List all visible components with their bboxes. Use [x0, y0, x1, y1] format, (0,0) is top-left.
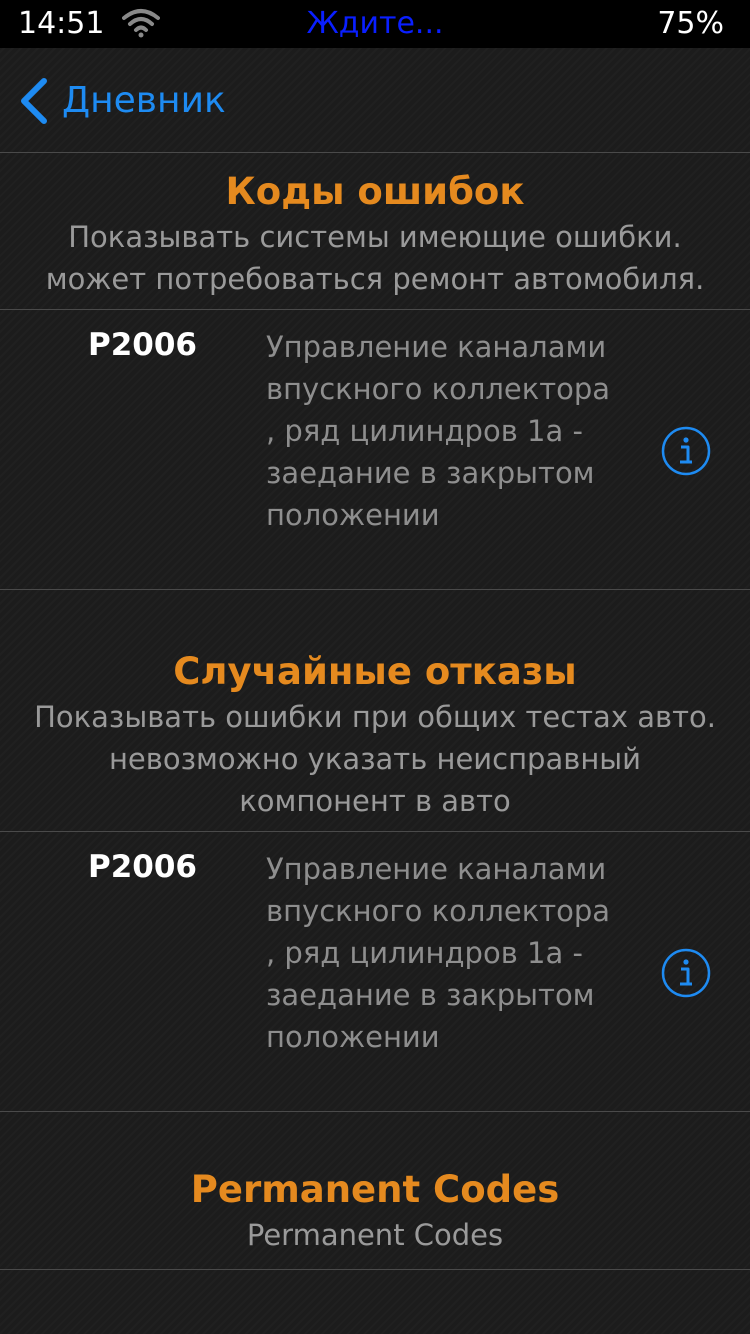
- table-row[interactable]: P2006 Управление каналами впускного колл…: [0, 832, 750, 1112]
- error-description: Управление каналами впускного коллектора…: [266, 330, 611, 532]
- status-bar: 14:51 Ждите... 75%: [0, 0, 750, 48]
- section-header-permanent-codes: Permanent Codes Permanent Codes: [0, 1162, 750, 1270]
- chevron-left-icon: [21, 78, 47, 124]
- back-button[interactable]: Дневник: [16, 76, 226, 126]
- section-description: Показывать системы имеющие ошибки. может…: [45, 220, 705, 296]
- error-code: P2006: [88, 327, 197, 363]
- section-title: Случайные отказы: [173, 650, 577, 693]
- section-title: Коды ошибок: [225, 170, 525, 213]
- error-code: P2006: [88, 849, 197, 885]
- error-description: Управление каналами впускного коллектора…: [266, 852, 611, 1054]
- section-description: Permanent Codes: [246, 1218, 504, 1252]
- battery-percentage: 75%: [657, 6, 724, 41]
- status-loading-text: Ждите...: [306, 6, 444, 41]
- section-header-error-codes: Коды ошибок Показывать системы имеющие о…: [0, 162, 750, 310]
- section-header-random-failures: Случайные отказы Показывать ошибки при о…: [0, 640, 750, 832]
- table-row[interactable]: P2006 Управление каналами впускного колл…: [0, 310, 750, 590]
- section-description: Показывать ошибки при общих тестах авто.…: [34, 700, 716, 818]
- section-title: Permanent Codes: [190, 1168, 560, 1211]
- info-icon[interactable]: [661, 948, 711, 998]
- screen: 14:51 Ждите... 75% Дневник Коды ошибок П…: [0, 0, 750, 1334]
- navigation-bar: Дневник: [0, 48, 750, 153]
- back-label: Дневник: [62, 80, 226, 121]
- info-icon[interactable]: [661, 426, 711, 476]
